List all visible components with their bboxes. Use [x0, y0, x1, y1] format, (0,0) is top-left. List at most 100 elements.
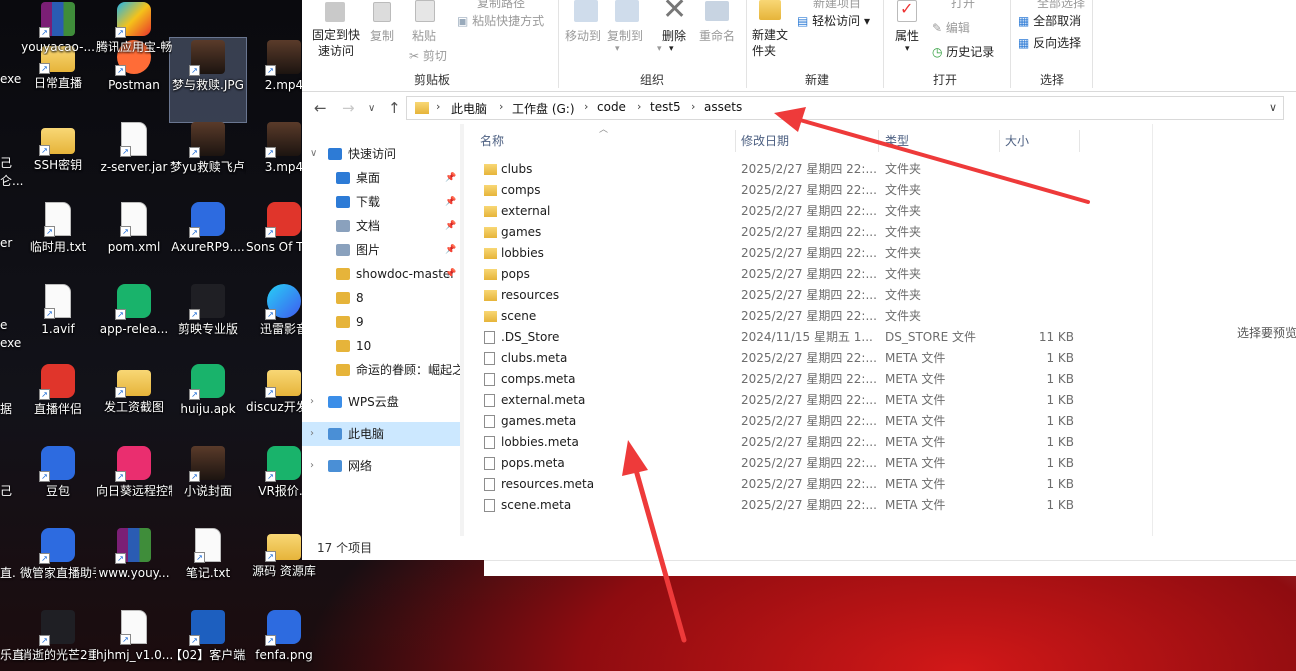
nav-item-folder[interactable]: 命运的眷顾：崛起之路 — [302, 358, 460, 382]
desktop-icon[interactable]: ↗ 豆包 — [20, 444, 96, 528]
properties-button[interactable]: 属性 — [895, 27, 919, 44]
select-all-button[interactable]: 全部选择 — [1037, 0, 1085, 11]
nav-item-desktop[interactable]: 桌面 📌 — [302, 166, 460, 190]
nav-item-download[interactable]: 下载 📌 — [302, 190, 460, 214]
column-header-size[interactable]: 大小 — [1005, 132, 1029, 149]
address-dropdown-chevron-icon[interactable]: ∨ — [1269, 101, 1277, 114]
pin-icon[interactable]: 📌 — [445, 166, 456, 190]
desktop-icon[interactable]: ↗ 小说封面 — [170, 444, 246, 528]
column-header-name[interactable]: 名称 — [480, 132, 504, 149]
expand-chevron-down-icon[interactable]: ∨ — [310, 142, 317, 166]
nav-item-cloud[interactable]: › WPS云盘 — [302, 390, 460, 414]
desktop-icon[interactable]: ↗ pom.xml — [96, 200, 172, 284]
nav-item-pics[interactable]: 图片 📌 — [302, 238, 460, 262]
desktop-icon[interactable]: ↗ 向日葵远程控制 — [96, 444, 172, 528]
nav-item-pc[interactable]: › 此电脑 — [302, 422, 460, 446]
breadcrumb-test5[interactable]: test5 — [650, 100, 681, 114]
desktop-icon[interactable]: ↗ 微管家直播助手 — [20, 526, 96, 610]
desktop-icon[interactable]: ↗ 腾讯应用宝-畅玩手机... — [96, 0, 172, 84]
breadcrumb-code[interactable]: code — [597, 100, 626, 114]
file-row[interactable]: lobbies 2025/2/27 星期四 22:... 文件夹 — [464, 243, 1084, 264]
desktop-icon[interactable]: ↗ 直播伴侣 — [20, 362, 96, 446]
pin-icon[interactable]: 📌 — [445, 214, 456, 238]
recent-chevron-down-icon[interactable]: ∨ — [368, 101, 375, 117]
up-arrow-icon[interactable]: ↑ — [388, 100, 401, 116]
breadcrumb-this-pc[interactable]: 此电脑 — [451, 100, 487, 117]
forward-arrow-icon[interactable]: → — [342, 100, 355, 116]
desktop-icon[interactable]: ↗ 1.avif — [20, 282, 96, 366]
new-folder-button[interactable]: 新建文件夹 — [752, 27, 788, 59]
nav-item-folder[interactable]: 8 — [302, 286, 460, 310]
file-row[interactable]: comps.meta 2025/2/27 星期四 22:... META 文件 1 K… — [464, 369, 1084, 390]
copy-to-button[interactable]: 复制到 — [607, 27, 643, 44]
desktop-icon[interactable]: ↗ fenfa.png — [246, 608, 322, 671]
pin-icon[interactable]: 📌 — [445, 238, 456, 262]
breadcrumb-assets[interactable]: assets — [704, 100, 742, 114]
column-header-date[interactable]: 修改日期 — [741, 132, 789, 149]
desktop-icon[interactable]: ↗ z-server.jar — [96, 120, 172, 204]
pin-icon[interactable]: 📌 — [445, 262, 456, 286]
file-row[interactable]: pops 2025/2/27 星期四 22:... 文件夹 — [464, 264, 1084, 285]
breadcrumb-drive[interactable]: 工作盘 (G:) — [512, 100, 575, 117]
desktop-icon[interactable]: ↗ www.youy... — [96, 526, 172, 610]
back-arrow-icon[interactable]: ← — [314, 100, 327, 116]
nav-item-net[interactable]: › 网络 — [302, 454, 460, 478]
copy-path-button[interactable]: 复制路径 — [477, 0, 525, 11]
nav-item-quick[interactable]: ∨ 快速访问 — [302, 142, 460, 166]
invert-selection-button[interactable]: ▦ 反向选择 — [1018, 34, 1081, 51]
rename-button[interactable]: 重命名 — [699, 27, 735, 44]
file-row[interactable]: resources 2025/2/27 星期四 22:... 文件夹 — [464, 285, 1084, 306]
file-row[interactable]: clubs.meta 2025/2/27 星期四 22:... META 文件 1 K… — [464, 348, 1084, 369]
file-row[interactable]: .DS_Store 2024/11/15 星期五 1... DS_STORE 文件 1… — [464, 327, 1084, 348]
file-row[interactable]: external.meta 2025/2/27 星期四 22:... META 文件… — [464, 390, 1084, 411]
file-row[interactable]: scene.meta 2025/2/27 星期四 22:... META 文件 1 K… — [464, 495, 1084, 516]
delete-button[interactable]: 删除 — [662, 27, 686, 44]
desktop-icon[interactable]: ↗ 临时用.txt — [20, 200, 96, 284]
desktop-icon[interactable]: ↗ 【02】客户端服务端C... — [170, 608, 246, 671]
file-row[interactable]: scene 2025/2/27 星期四 22:... 文件夹 — [464, 306, 1084, 327]
desktop-icon[interactable]: ↗ AxureRP9.... — [170, 200, 246, 284]
file-row[interactable]: games.meta 2025/2/27 星期四 22:... META 文件 1 K… — [464, 411, 1084, 432]
desktop-icon[interactable]: ↗ 梦与救赎.JPG — [169, 37, 247, 123]
expand-chevron-right-icon[interactable]: › — [310, 454, 314, 478]
edit-button[interactable]: ✎ 编辑 — [932, 19, 970, 36]
file-row[interactable]: clubs 2025/2/27 星期四 22:... 文件夹 — [464, 159, 1084, 180]
expand-chevron-right-icon[interactable]: › — [310, 422, 314, 446]
select-none-button[interactable]: ▦ 全部取消 — [1018, 12, 1081, 29]
nav-item-folder[interactable]: 10 — [302, 334, 460, 358]
nav-item-folder[interactable]: 9 — [302, 310, 460, 334]
desktop-icon[interactable]: ↗ 梦yu救赎飞卢.png — [170, 120, 246, 204]
pin-quick-access-button[interactable]: 固定到快速访问 — [310, 27, 362, 59]
desktop-icon[interactable]: ↗ app-relea... — [96, 282, 172, 366]
easy-access-button[interactable]: ▤ 轻松访问 ▾ — [797, 12, 870, 29]
open-button[interactable]: 打开 — [951, 0, 975, 11]
paste-shortcut-button[interactable]: ▣ 粘贴快捷方式 — [457, 12, 544, 29]
file-row[interactable]: resources.meta 2025/2/27 星期四 22:... META 文… — [464, 474, 1084, 495]
desktop-icon[interactable]: ↗ SSH密钥 — [20, 120, 96, 204]
desktop-icon[interactable]: ↗ 剪映专业版 — [170, 282, 246, 366]
copy-button[interactable]: 复制 — [370, 27, 394, 44]
file-row[interactable]: pops.meta 2025/2/27 星期四 22:... META 文件 1 KB — [464, 453, 1084, 474]
desktop-icon[interactable]: ↗ 发工资截图 — [96, 362, 172, 446]
nav-item-folder[interactable]: showdoc-master 📌 — [302, 262, 460, 286]
nav-item-docs[interactable]: 文档 📌 — [302, 214, 460, 238]
file-row[interactable]: comps 2025/2/27 星期四 22:... 文件夹 — [464, 180, 1084, 201]
desktop-icon[interactable]: ↗ 笔记.txt — [170, 526, 246, 610]
address-box[interactable]: › 此电脑 › 工作盘 (G:) › code › test5 › assets… — [406, 96, 1284, 120]
column-header-type[interactable]: 类型 — [885, 132, 909, 149]
desktop-icon[interactable]: ↗ hjhmj_v1.0... — [96, 608, 172, 671]
expand-chevron-right-icon[interactable]: › — [310, 390, 314, 414]
desktop-icon[interactable]: ↗ youyacao-... — [20, 0, 96, 84]
paste-button[interactable]: 粘贴 — [412, 27, 436, 44]
history-button[interactable]: ◷ 历史记录 — [932, 43, 994, 60]
file-row[interactable]: lobbies.meta 2025/2/27 星期四 22:... META 文件 1… — [464, 432, 1084, 453]
cut-button[interactable]: ✂ 剪切 — [409, 47, 447, 64]
desktop-icon[interactable]: ↗ 消逝的光芒2重装上阵版 — [20, 608, 96, 671]
desktop-icon[interactable]: ↗ huiju.apk — [170, 362, 246, 446]
file-row[interactable]: games 2025/2/27 星期四 22:... 文件夹 — [464, 222, 1084, 243]
pin-icon[interactable]: 📌 — [445, 190, 456, 214]
move-to-button[interactable]: 移动到 — [565, 27, 601, 44]
folder-icon: ↗ — [265, 534, 301, 562]
new-item-button[interactable]: 新建项目 — [813, 0, 861, 11]
file-row[interactable]: external 2025/2/27 星期四 22:... 文件夹 — [464, 201, 1084, 222]
